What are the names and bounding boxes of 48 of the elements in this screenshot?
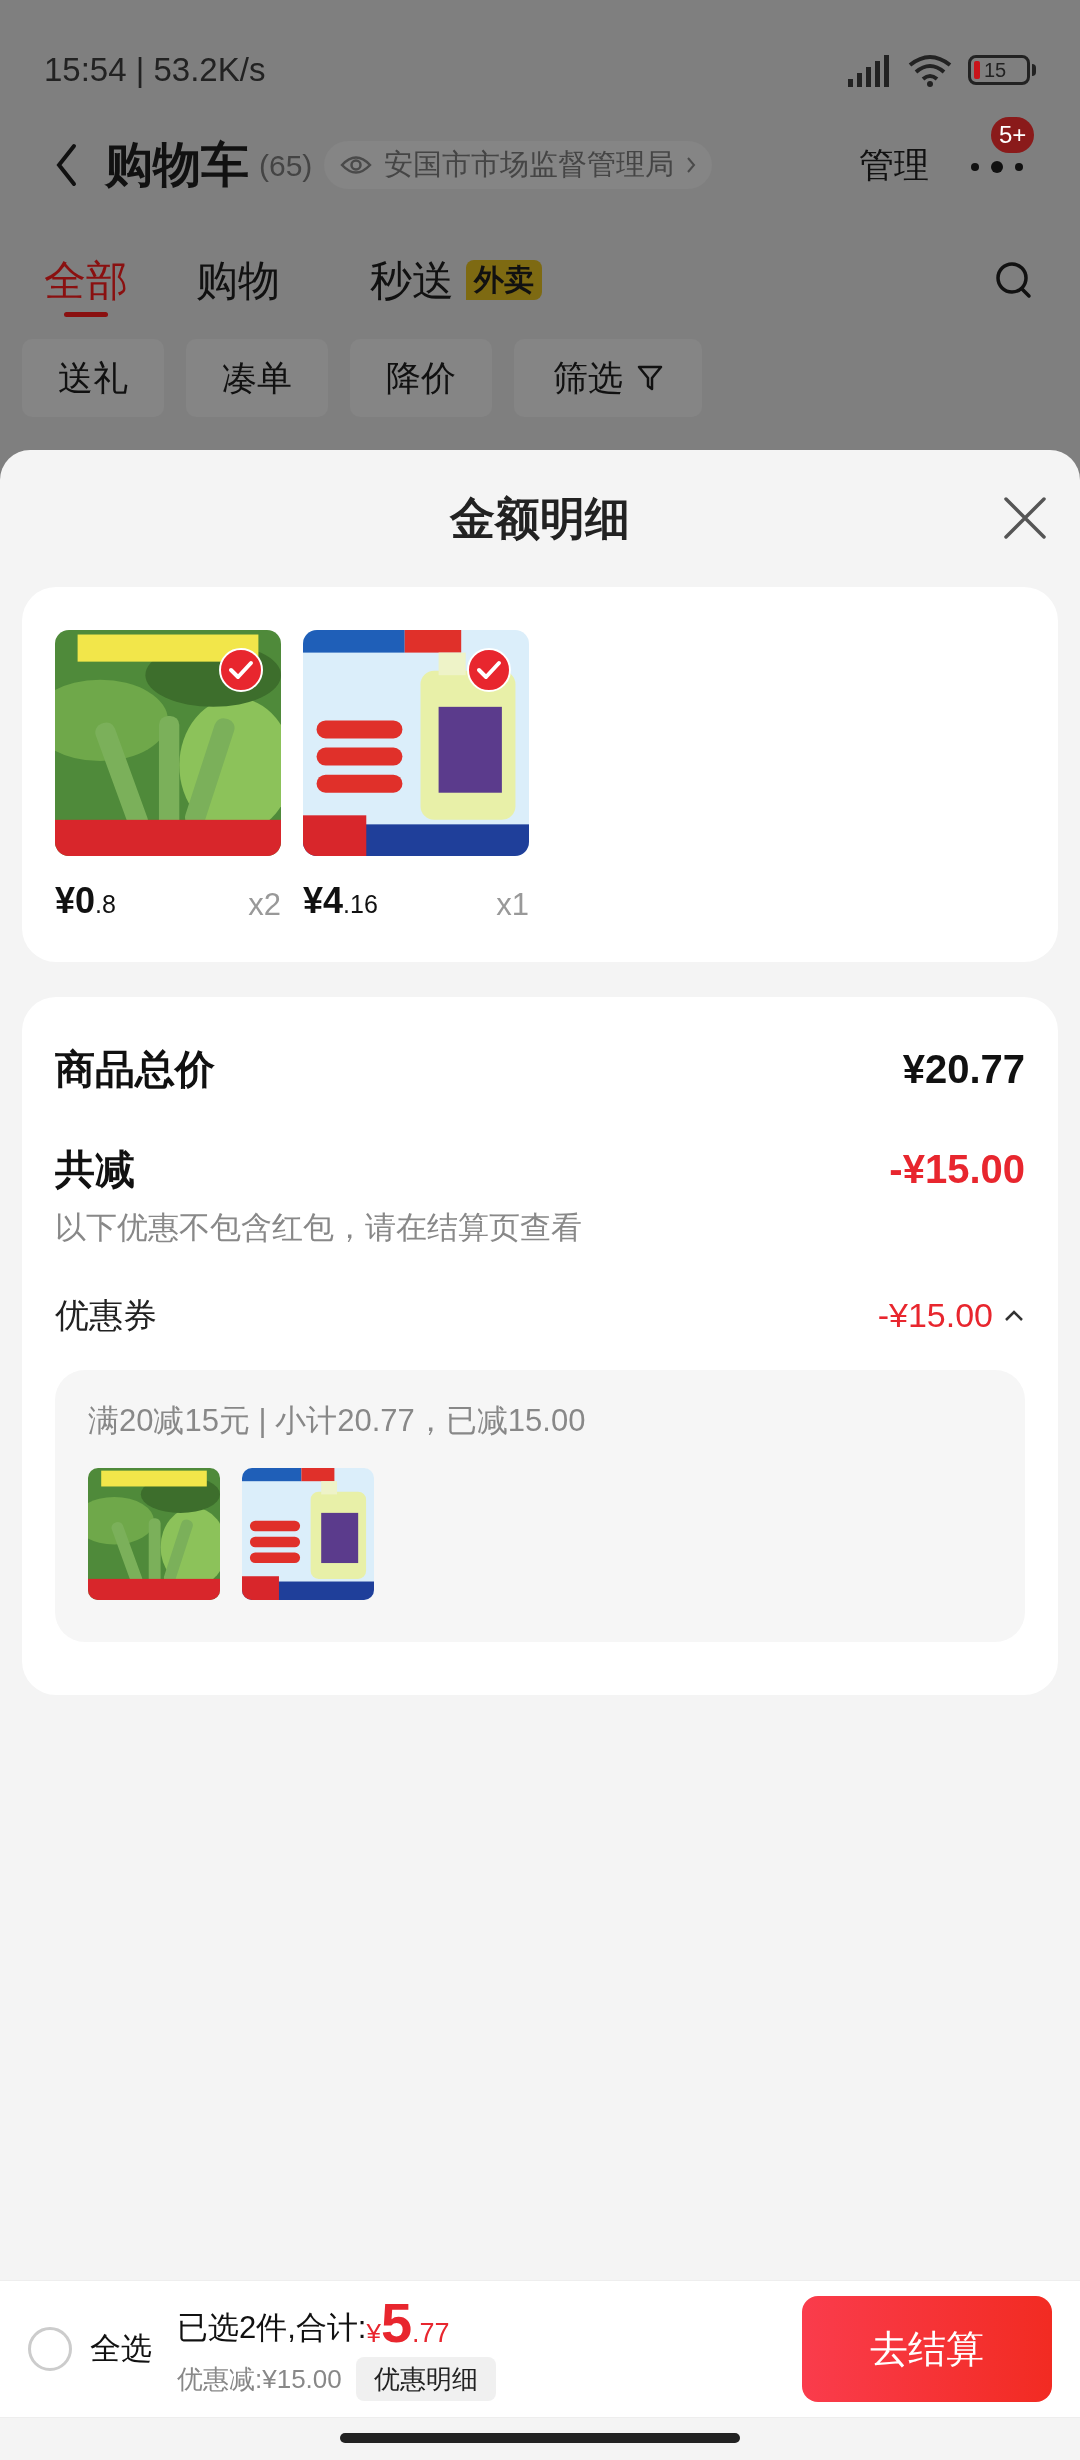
location-chip[interactable]: 安国市市场监督管理局: [324, 141, 713, 189]
filter-chip[interactable]: 降价: [350, 339, 492, 417]
discount-summary: 优惠减:¥15.00: [177, 2362, 342, 2396]
coupon-value: -¥15.00: [877, 1295, 993, 1336]
page-title: 购物车: [105, 137, 249, 193]
item-price: ¥4.16: [303, 879, 378, 923]
eye-icon: [340, 154, 373, 176]
location-text: 安国市市场监督管理局: [384, 147, 675, 183]
coupon-rule: 满20减15元 | 小计20.77，已减15.00: [88, 1401, 587, 1440]
delivery-tag: 外卖: [466, 260, 542, 300]
wifi-icon: [906, 53, 954, 87]
tab[interactable]: 秒送: [370, 245, 454, 315]
cart-count: (65): [259, 147, 313, 184]
search-icon[interactable]: [994, 260, 1034, 300]
select-all-radio[interactable]: [28, 2327, 72, 2371]
checkout-button[interactable]: 去结算: [802, 2296, 1052, 2402]
notification-badge: 5+: [991, 117, 1035, 153]
total-value: ¥20.77: [902, 1046, 1025, 1093]
filter-chip[interactable]: 凑单: [186, 339, 328, 417]
back-icon[interactable]: [55, 143, 77, 187]
manage-link[interactable]: 管理: [859, 138, 929, 192]
item-quantity: x1: [496, 885, 529, 924]
filter-chip[interactable]: 送礼: [22, 339, 164, 417]
more-icon[interactable]: [969, 161, 1025, 173]
item-price: ¥0.8: [55, 879, 116, 923]
tab[interactable]: 全部: [44, 245, 128, 315]
funnel-icon: [637, 364, 663, 392]
coupon-label: 优惠券: [55, 1295, 157, 1336]
status-time: 15:54 | 53.2K/s: [44, 50, 266, 91]
battery-fill: [974, 61, 980, 79]
chevron-right-icon: [686, 156, 697, 174]
filter-chip[interactable]: 筛选: [514, 339, 702, 417]
sheet-title: 金额明细: [450, 491, 630, 546]
select-all-label: 全选: [90, 2329, 152, 2368]
discount-value: -¥15.00: [889, 1146, 1025, 1193]
tab[interactable]: 购物: [196, 245, 280, 315]
checked-icon[interactable]: [467, 648, 511, 692]
battery-level: 15: [984, 60, 1007, 80]
discount-detail-button[interactable]: 优惠明细: [355, 2357, 496, 2401]
discount-note: 以下优惠不包含红包，请在结算页查看: [55, 1209, 583, 1247]
discount-label: 共减: [55, 1146, 135, 1193]
total-label: 商品总价: [55, 1046, 215, 1093]
total-amount: ¥5.77: [366, 2295, 450, 2351]
item-quantity: x2: [248, 885, 281, 924]
chevron-up-icon[interactable]: [1003, 1308, 1025, 1323]
selection-summary: 已选2件,合计:: [177, 2308, 367, 2347]
checked-icon[interactable]: [219, 648, 263, 692]
close-icon[interactable]: [1002, 495, 1048, 541]
